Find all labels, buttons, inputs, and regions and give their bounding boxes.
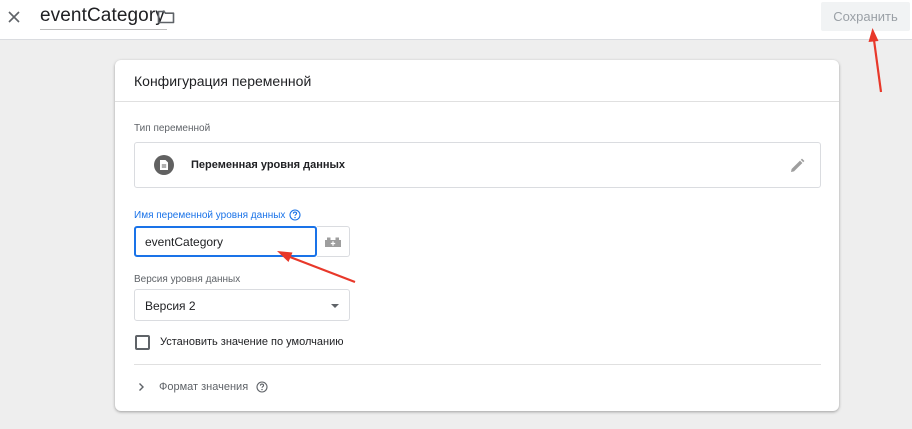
variable-type-name: Переменная уровня данных [191, 159, 346, 171]
variable-config-card: Конфигурация переменной Тип переменной П… [115, 60, 839, 411]
close-button[interactable] [4, 7, 24, 27]
help-icon[interactable] [256, 381, 268, 393]
format-value-expander[interactable]: Формат значения [135, 376, 268, 398]
format-value-label: Формат значения [159, 381, 249, 393]
top-bar: eventCategory Сохранить [0, 0, 912, 40]
close-icon [8, 11, 20, 23]
lego-brick-icon [325, 237, 341, 247]
chevron-right-icon [139, 383, 144, 391]
dropdown-caret-icon [331, 304, 339, 308]
default-value-checkbox[interactable] [135, 335, 150, 350]
variable-name-input[interactable] [134, 226, 317, 257]
version-select[interactable]: Версия 2 [134, 289, 350, 321]
version-selected-value: Версия 2 [145, 299, 196, 313]
help-icon[interactable] [289, 209, 301, 221]
save-button[interactable]: Сохранить [821, 2, 910, 31]
datalayer-variable-icon [154, 155, 174, 175]
pencil-icon[interactable] [788, 157, 806, 175]
title-field[interactable]: eventCategory [40, 4, 167, 30]
variable-type-selector[interactable]: Переменная уровня данных [134, 142, 821, 188]
folder-button[interactable] [156, 8, 176, 26]
card-title: Конфигурация переменной [134, 72, 312, 89]
card-header: Конфигурация переменной [115, 60, 839, 102]
variable-name-label: Имя переменной уровня данных [134, 209, 301, 221]
page-title: eventCategory [40, 5, 165, 26]
variable-type-label: Тип переменной [134, 123, 211, 134]
default-value-label: Установить значение по умолчанию [160, 336, 344, 348]
variable-picker-button[interactable] [317, 226, 350, 257]
folder-icon [157, 10, 175, 24]
version-label: Версия уровня данных [134, 274, 241, 285]
divider [134, 364, 821, 365]
variable-name-label-text: Имя переменной уровня данных [134, 209, 286, 221]
